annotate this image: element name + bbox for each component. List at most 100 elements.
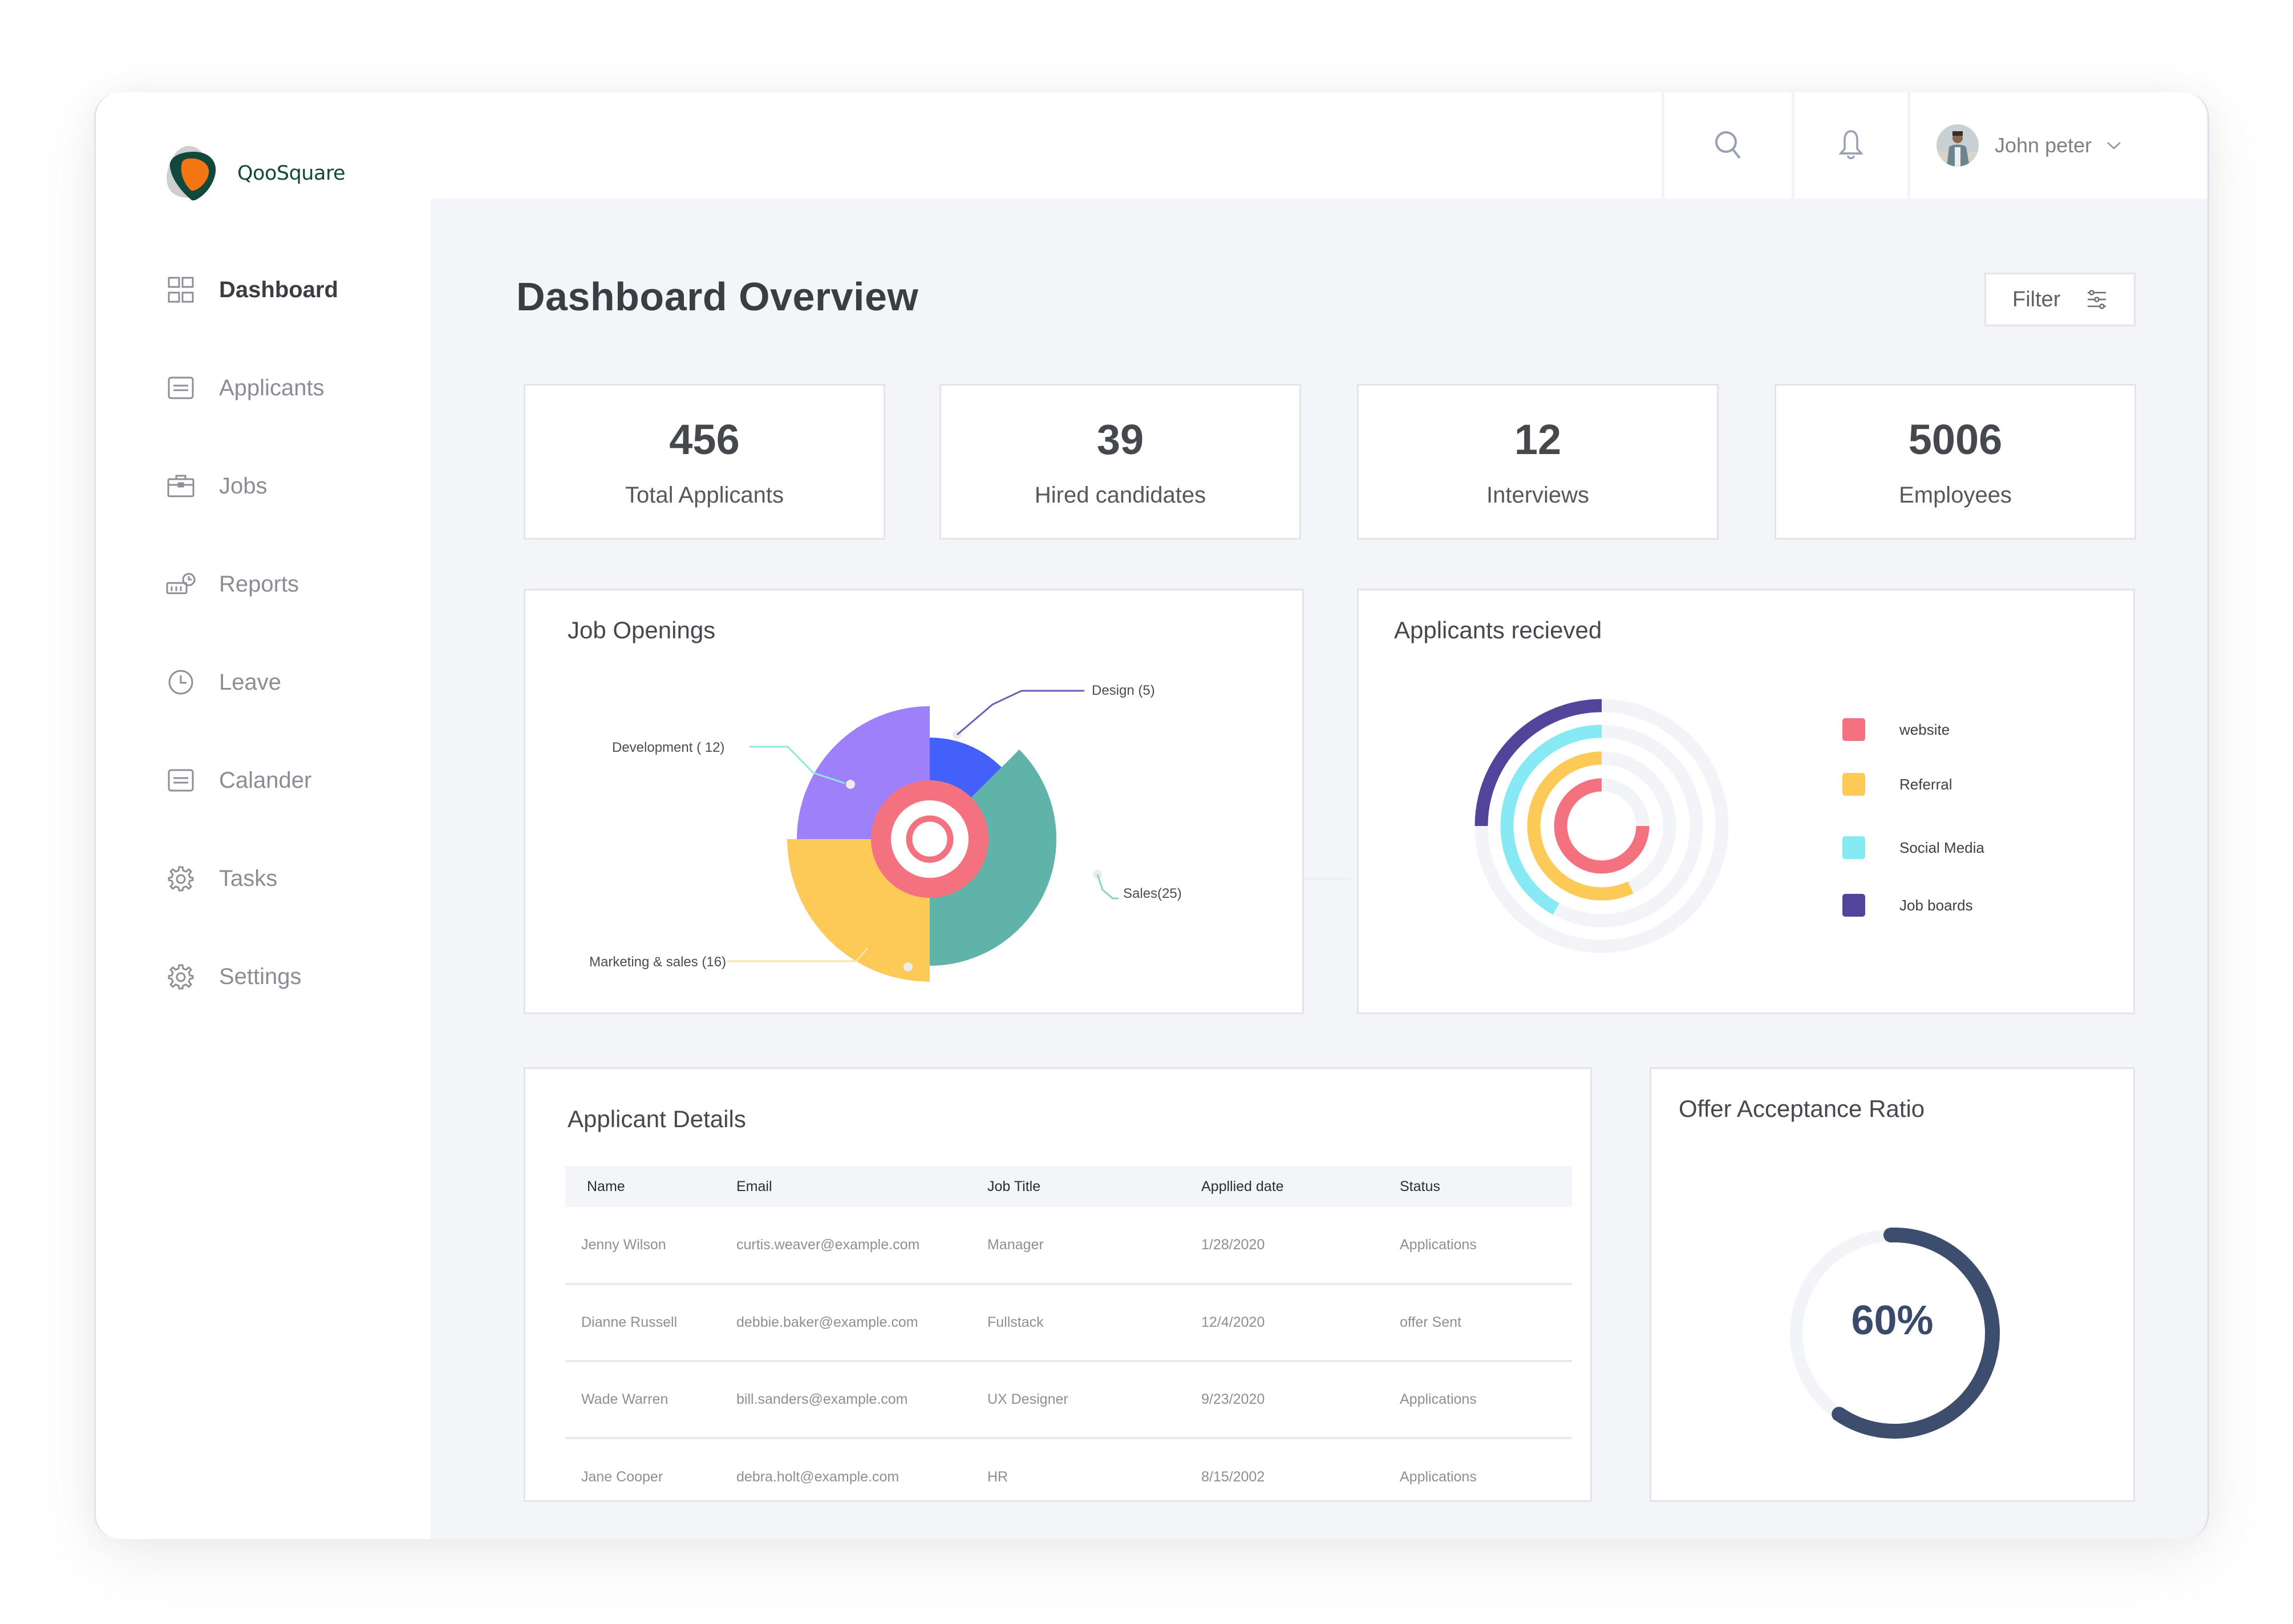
divider <box>1907 92 1910 199</box>
stat-label: Interviews <box>1486 483 1590 508</box>
list-card-icon <box>165 765 196 796</box>
sidebar: QooSquare Dashboard Applicants Jobs Repo… <box>96 92 431 1539</box>
column-header-applied-date[interactable]: Appllied date <box>1201 1166 1400 1207</box>
cell-job-title: Fullstack <box>987 1284 1201 1362</box>
list-card-icon <box>165 372 196 403</box>
stat-card-hired-candidates[interactable]: 39 Hired candidates <box>939 384 1301 540</box>
sidebar-item-label: Settings <box>219 963 302 989</box>
grid-icon <box>165 274 196 305</box>
gear-icon <box>165 863 196 894</box>
sidebar-item-label: Jobs <box>219 473 268 499</box>
gear-icon <box>165 961 196 992</box>
bar-referral <box>1527 751 1634 901</box>
legend-label: Job boards <box>1899 896 1973 914</box>
applicants-received-card: Applicants recieved website Referral Soc… <box>1357 589 2135 1014</box>
legend-swatch <box>1842 773 1865 796</box>
table-header-row: Name Email Job Title Appllied date Statu… <box>565 1166 1572 1207</box>
search-button[interactable] <box>1664 92 1792 199</box>
sidebar-item-settings[interactable]: Settings <box>165 959 405 994</box>
table-row[interactable]: Jenny Wilson curtis.weaver@example.com M… <box>565 1207 1572 1285</box>
sidebar-item-reports[interactable]: Reports <box>165 567 405 601</box>
clock-icon <box>165 667 196 698</box>
sidebar-item-dashboard[interactable]: Dashboard <box>165 273 405 307</box>
column-header-status[interactable]: Status <box>1400 1166 1572 1207</box>
label-design: Design (5) <box>1092 683 1155 698</box>
offer-acceptance-gauge <box>1790 1228 2000 1439</box>
column-header-job-title[interactable]: Job Title <box>987 1166 1201 1207</box>
stat-label: Total Applicants <box>625 483 784 508</box>
user-menu[interactable]: John peter <box>1937 92 2121 199</box>
center-ring-gap <box>891 800 969 878</box>
applicants-received-chart <box>1474 699 1729 953</box>
legend-item-website[interactable]: website <box>1842 718 2048 741</box>
sidebar-item-applicants[interactable]: Applicants <box>165 371 405 405</box>
sidebar-item-label: Reports <box>219 571 299 597</box>
job-openings-card: Job Openings Development ( 12) Design (5… <box>524 589 1304 1014</box>
cell-name: Jane Cooper <box>581 1469 663 1485</box>
cell-status: Applications <box>1400 1361 1572 1439</box>
sidebar-item-calander[interactable]: Calander <box>165 763 405 797</box>
legend-label: website <box>1899 720 1950 738</box>
stat-value: 39 <box>1096 416 1144 463</box>
slice-marker <box>904 962 913 971</box>
legend-label: Social Media <box>1899 839 1984 856</box>
brand[interactable]: QooSquare <box>165 145 346 202</box>
stat-card-total-applicants[interactable]: 456 Total Applicants <box>524 384 885 540</box>
cell-job-title: Manager <box>987 1207 1201 1285</box>
legend-label: Referral <box>1899 775 1952 793</box>
cell-name: Jenny Wilson <box>565 1207 736 1285</box>
stat-value: 456 <box>669 416 740 463</box>
legend-item-social-media[interactable]: Social Media <box>1842 836 2048 859</box>
sidebar-item-label: Dashboard <box>219 277 338 302</box>
sidebar-item-label: Calander <box>219 767 312 793</box>
page-title: Dashboard Overview <box>516 274 919 319</box>
cell-status: Applications <box>1400 1469 1477 1485</box>
card-title: Applicant Details <box>568 1105 746 1132</box>
notifications-button[interactable] <box>1794 92 1907 199</box>
label-development: Development ( 12) <box>612 740 725 755</box>
stat-card-employees[interactable]: 5006 Employees <box>1775 384 2136 540</box>
filter-label: Filter <box>2012 287 2061 311</box>
sidebar-item-tasks[interactable]: Tasks <box>165 861 405 896</box>
legend-item-referral[interactable]: Referral <box>1842 773 2048 796</box>
user-name: John peter <box>1995 133 2092 157</box>
legend-swatch <box>1842 894 1865 917</box>
sidebar-item-label: Leave <box>219 669 281 695</box>
sidebar-item-leave[interactable]: Leave <box>165 665 405 699</box>
column-header-email[interactable]: Email <box>736 1166 987 1207</box>
stat-card-interviews[interactable]: 12 Interviews <box>1357 384 1719 540</box>
offer-percent-label: 60% <box>1851 1298 1934 1343</box>
column-header-name[interactable]: Name <box>565 1166 736 1207</box>
sidebar-item-label: Tasks <box>219 865 278 891</box>
sidebar-item-jobs[interactable]: Jobs <box>165 469 405 503</box>
leader-design <box>957 690 1084 736</box>
stat-label: Employees <box>1899 483 2012 508</box>
table-row[interactable]: Jane Cooper debra.holt@example.com HR 8/… <box>565 1438 1572 1515</box>
cell-email: bill.sanders@example.com <box>736 1361 987 1439</box>
job-openings-chart <box>727 690 1119 982</box>
cell-job-title: UX Designer <box>987 1361 1201 1439</box>
legend-item-job-boards[interactable]: Job boards <box>1842 894 2048 917</box>
label-sales: Sales(25) <box>1123 886 1182 901</box>
table-row[interactable]: Dianne Russell debbie.baker@example.com … <box>565 1284 1572 1362</box>
stat-value: 5006 <box>1908 416 2003 463</box>
stat-value: 12 <box>1514 416 1562 463</box>
cell-name: Dianne Russell <box>565 1284 736 1362</box>
chevron-down-icon <box>2107 142 2121 149</box>
table-row[interactable]: Wade Warren bill.sanders@example.com UX … <box>565 1361 1572 1439</box>
cell-applied-date: 8/15/2002 <box>1201 1469 1265 1485</box>
filter-button[interactable]: Filter <box>1984 273 2136 326</box>
leader-sales <box>1096 874 1119 900</box>
shield-logo-icon <box>167 145 216 201</box>
label-marketing: Marketing & sales (16) <box>589 954 727 970</box>
cell-name: Wade Warren <box>565 1361 736 1439</box>
briefcase-icon <box>165 471 196 501</box>
cell-email: debbie.baker@example.com <box>736 1284 987 1362</box>
cell-applied-date: 12/4/2020 <box>1201 1284 1400 1362</box>
applicant-details-card: Applicant Details Name Email Job Title A… <box>524 1067 1592 1502</box>
bell-icon <box>1838 130 1863 160</box>
offer-acceptance-card: Offer Acceptance Ratio 60% <box>1650 1067 2135 1502</box>
search-icon <box>1715 131 1741 159</box>
cell-applied-date: 9/23/2020 <box>1201 1361 1400 1439</box>
legend-swatch <box>1842 836 1865 859</box>
